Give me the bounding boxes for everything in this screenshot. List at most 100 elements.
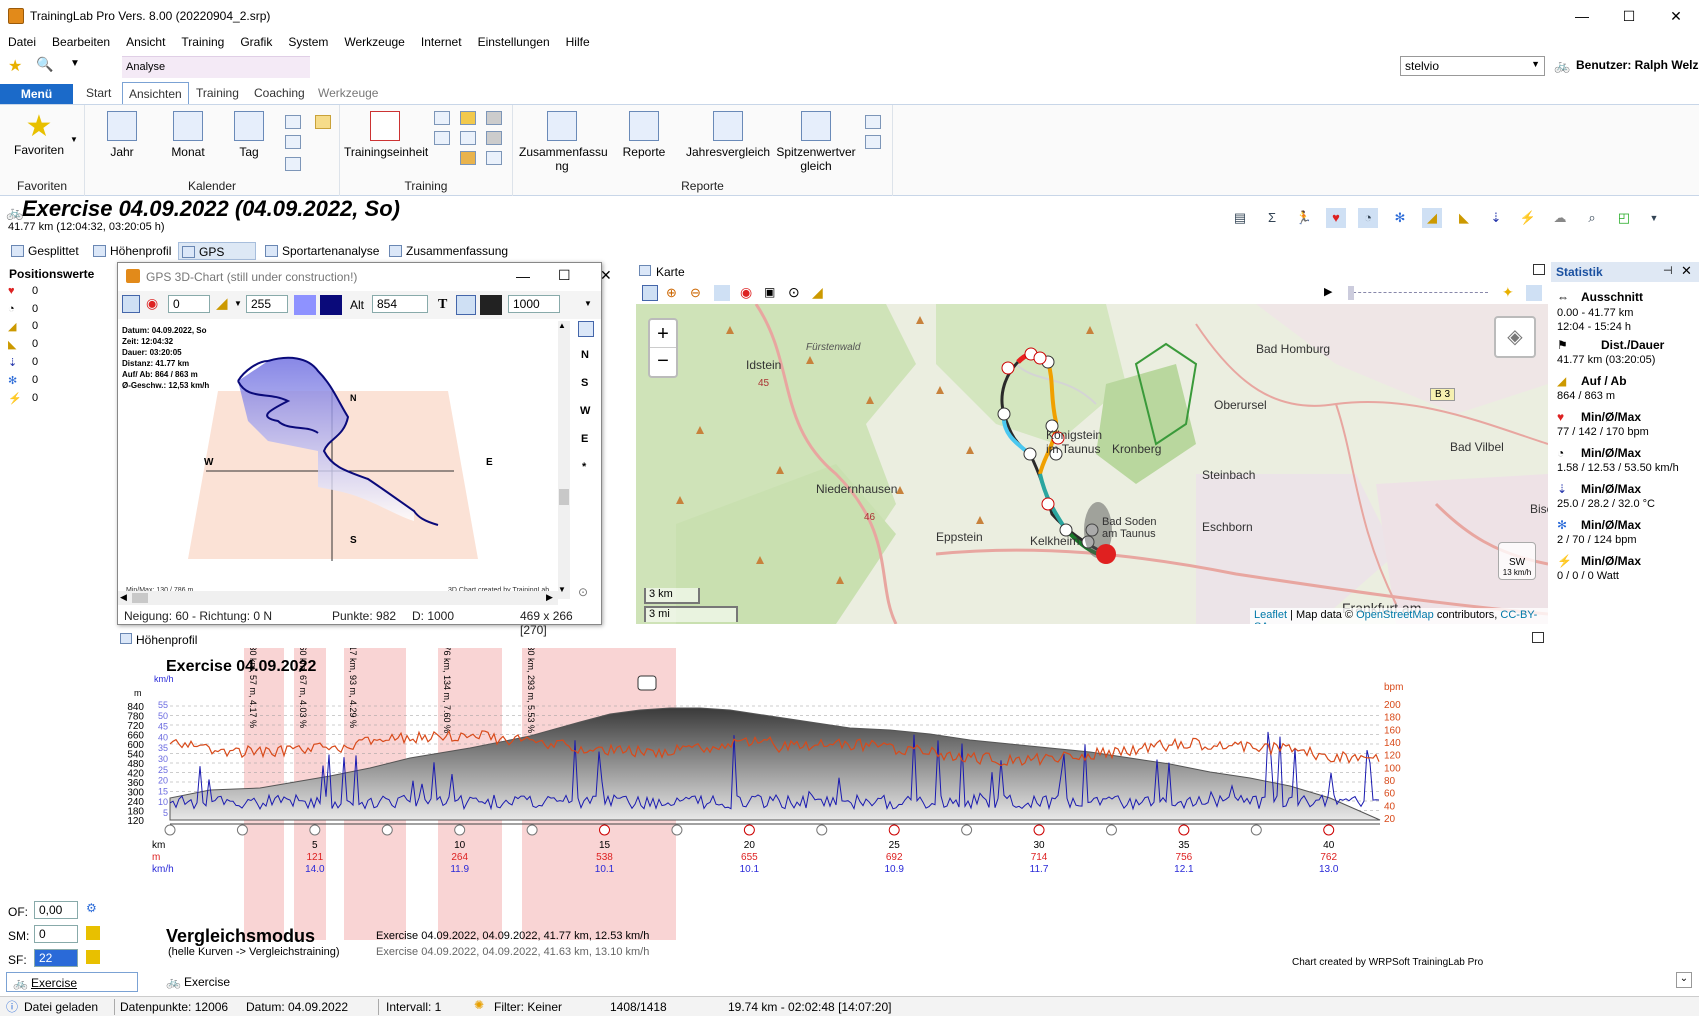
color-light-swatch[interactable] [294,295,316,315]
horizontal-scrollbar[interactable]: ◀ ▶ [118,591,558,605]
chevron-down-icon[interactable]: ▼ [234,299,242,308]
temperature-icon[interactable]: ⇣ [1486,208,1506,228]
chart-icon[interactable]: ◰ [1614,208,1634,228]
image-icon[interactable] [1526,285,1542,301]
lock-icon[interactable] [86,950,100,964]
zoom-out-icon[interactable]: ⊖ [690,285,701,301]
lock-icon[interactable] [86,926,100,940]
slope-icon[interactable]: ◣ [1454,208,1474,228]
menu-bearbeiten[interactable]: Bearbeiten [52,32,110,52]
chart-icon[interactable] [434,111,450,125]
tab-gps-karte[interactable]: GPS Karte [178,242,256,277]
jahresvergleich-button[interactable]: Jahresvergleich [685,111,771,159]
star-icon[interactable]: ★ [8,56,22,76]
chevron-down-icon[interactable]: ▼ [1644,208,1664,228]
sigma-icon[interactable]: Σ [1262,208,1282,228]
tag-button[interactable]: Tag [214,111,284,159]
maximize-icon[interactable] [1532,632,1544,643]
minimize-button[interactable]: — [1559,0,1605,32]
spitzenwertvergleich-button[interactable]: Spitzenwertver gleich [775,111,857,173]
elevation-red-icon[interactable] [460,151,476,165]
zoom-in-icon[interactable]: ⊕ [666,285,677,301]
maximize-icon[interactable] [1533,264,1545,275]
map-icon[interactable]: ☁ [1550,208,1570,228]
bar-icon[interactable] [486,131,502,145]
marker-icon[interactable]: ◉ [146,295,158,312]
tab-werkzeuge[interactable]: Werkzeuge [312,82,384,104]
elevation-icon[interactable]: ◢ [1422,208,1442,228]
magnify-icon[interactable]: ⌕ [1582,208,1602,228]
exercise-tab-1[interactable]: 🚲Exercise 04.09.2022 [6,972,138,1010]
leaflet-link[interactable]: Leaflet [1254,609,1287,621]
camera-icon[interactable]: ▣ [764,285,775,299]
list-icon[interactable] [285,115,301,129]
menu-internet[interactable]: Internet [421,32,462,52]
play-icon[interactable]: ▶ [1324,285,1332,298]
tab-ansichten[interactable]: Ansichten [122,82,189,104]
zoom-in-button[interactable]: + [650,320,676,348]
bar-chart-icon[interactable] [434,131,450,145]
menu-training[interactable]: Training [181,32,224,52]
folder-star-icon[interactable]: ✦ [1502,284,1514,301]
note-icon[interactable] [315,115,331,129]
chevron-down-icon[interactable]: ⌄ [1676,972,1692,988]
trainingseinheit-button[interactable]: Trainingseinheit [344,111,428,159]
maximize-button[interactable]: ☐ [558,267,571,284]
tab-hoehenprofil[interactable]: Höhenprofil [90,242,176,260]
bike-icon[interactable] [460,131,476,145]
tab-coaching[interactable]: Coaching [248,82,311,104]
color-dark-swatch[interactable] [320,295,342,315]
menu-grafik[interactable]: Grafik [240,32,272,52]
favoriten-button[interactable]: ★ Favoriten [4,111,74,158]
heart-icon[interactable]: ♥ [1326,208,1346,228]
of-input[interactable]: 0,00 [34,901,78,919]
sf-input[interactable]: 22 [34,949,78,967]
menu-system[interactable]: System [288,32,328,52]
map-view[interactable]: + − ◈ Idstein Fürstenwald Bad Homburg Ob… [636,304,1548,624]
scroll-thumb[interactable] [132,593,148,603]
menu-hilfe[interactable]: Hilfe [566,32,590,52]
value-2-input[interactable]: 255 [246,295,288,313]
user-select[interactable]: stelvio ▼ [1400,56,1545,76]
edit-list-icon[interactable] [285,157,301,171]
value-1-input[interactable]: 0 [168,295,210,313]
gear-icon[interactable] [865,135,881,149]
elevation-icon[interactable]: ◢ [812,284,823,301]
direction-reset-button[interactable]: * [582,461,586,473]
zusammenfassung-button[interactable]: Zusammenfassu ng [519,111,608,173]
copy-icon[interactable] [578,321,594,337]
scroll-thumb[interactable] [559,489,569,505]
menu-einstellungen[interactable]: Einstellungen [478,32,550,52]
scroll-left-icon[interactable]: ◀ [120,592,127,603]
qat-dropdown-icon[interactable]: ▼ [70,58,80,69]
3d-chart-area[interactable]: Datum: 04.09.2022, So Zeit: 12:04:32 Dau… [118,321,558,601]
align-icon[interactable] [456,295,476,315]
menu-werkzeuge[interactable]: Werkzeuge [344,32,404,52]
sm-input[interactable]: 0 [34,925,78,943]
direction-s-button[interactable]: S [581,377,588,389]
jahr-button[interactable]: Jahr [87,111,157,159]
menu-datei[interactable]: Datei [8,32,36,52]
measure-icon[interactable] [714,285,730,301]
scroll-down-icon[interactable]: ▼ [558,585,566,594]
osm-link[interactable]: OpenStreetMap [1356,609,1434,621]
maximize-button[interactable]: ☐ [1606,0,1652,32]
select-icon[interactable] [642,285,658,301]
direction-w-button[interactable]: W [580,405,590,417]
table-icon[interactable] [865,115,881,129]
power-icon[interactable]: ⚡ [1518,208,1538,228]
list-icon[interactable] [285,135,301,149]
dropdown-icon[interactable]: ▼ [70,135,78,144]
scroll-right-icon[interactable]: ▶ [546,592,553,603]
close-button[interactable]: ✕ [1653,0,1699,32]
pin-icon[interactable]: ⊣ [1663,264,1673,277]
vertical-scrollbar[interactable]: ▲ ▼ [558,321,570,599]
measure-icon[interactable] [122,295,140,313]
minimize-button[interactable]: — [516,268,530,284]
background-swatch[interactable] [480,295,502,315]
direction-e-button[interactable]: E [581,433,588,445]
arrow-up-icon[interactable]: ⊙ [788,284,800,301]
value-3-input[interactable]: 1000 [508,295,560,313]
camera-icon[interactable] [486,111,502,125]
close-button[interactable]: ✕ [600,267,612,284]
